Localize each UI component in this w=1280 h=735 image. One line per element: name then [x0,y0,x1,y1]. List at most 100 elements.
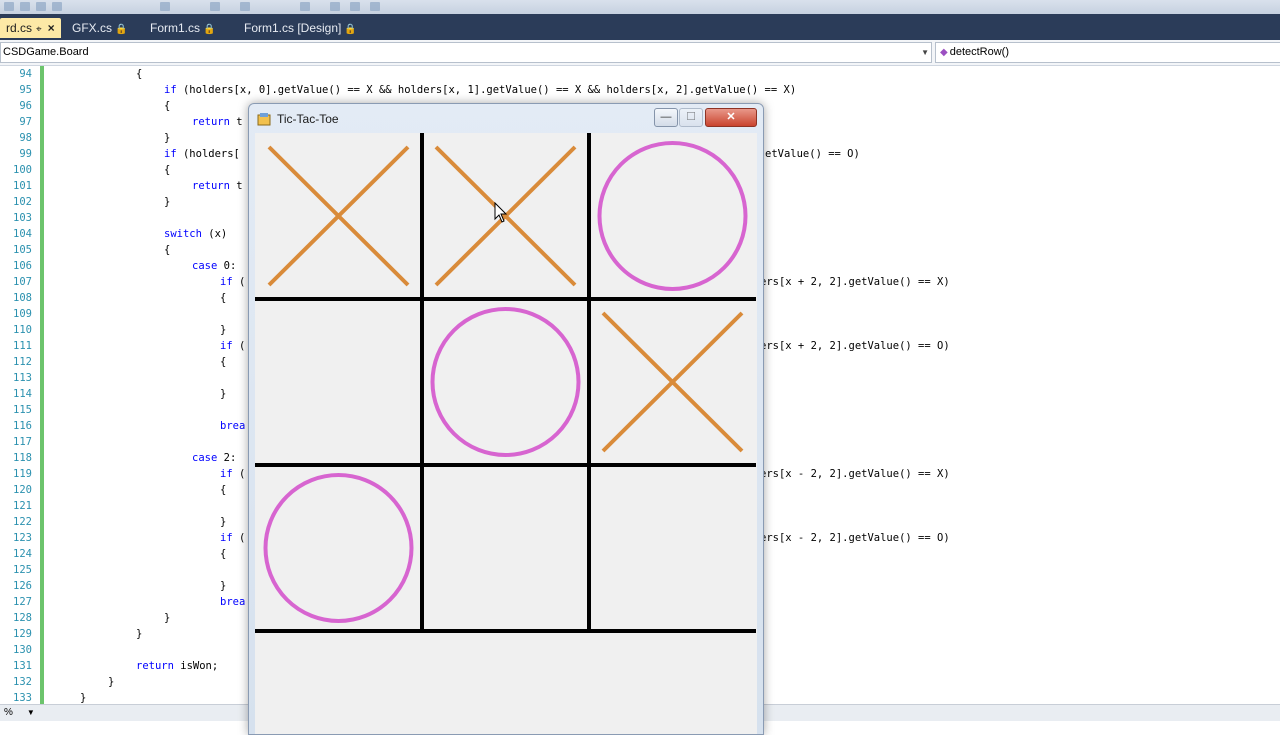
line-number: 125 [13,564,32,576]
code-line: return t [192,116,243,128]
type-dropdown[interactable]: CSDGame.Board ▼ [0,42,932,63]
code-line-fragment: ers[x + 2, 2].getValue() == X) [760,276,950,288]
tic-tac-toe-window[interactable]: Tic-Tac-Toe — ☐ ✕ [248,103,764,735]
line-number: 113 [13,372,32,384]
code-line: { [164,244,171,256]
member-dropdown[interactable]: ◆ detectRow() [935,42,1280,63]
code-line: { [164,164,171,176]
board-cell-1-0[interactable] [257,301,420,463]
code-line: if ( [220,340,246,352]
board-cell-2-0[interactable] [257,467,420,629]
code-line: } [220,324,227,336]
code-line: case 2: [192,452,237,464]
code-line: { [136,68,143,80]
line-number: 126 [13,580,32,592]
line-number: 109 [13,308,32,320]
navigation-bar: CSDGame.Board ▼ ◆ detectRow() [0,40,1280,66]
game-client-area [255,133,757,734]
line-number: 98 [19,132,32,144]
member-dropdown-value: detectRow() [949,46,1009,58]
line-number: 118 [13,452,32,464]
toolbar-icon[interactable] [240,2,250,11]
lock-icon: 🔒 [115,24,128,35]
toolbar-icon[interactable] [210,2,220,11]
tab-form1-design[interactable]: Form1.cs [Design] 🔒 [238,18,363,38]
game-board [255,133,756,633]
code-line-fragment: ers[x + 2, 2].getValue() == O) [760,340,950,352]
board-cell-2-2[interactable] [591,467,754,629]
toolbar-icon[interactable] [370,2,380,11]
code-line: { [164,100,171,112]
code-line: { [220,484,227,496]
document-tabstrip: rd.cs ⌖ × GFX.cs 🔒 Form1.cs 🔒 Form1.cs [Desi… [0,14,1280,40]
pin-icon[interactable]: ⌖ [36,24,42,35]
line-number: 111 [13,340,32,352]
code-line: } [136,628,143,640]
line-number: 97 [19,116,32,128]
code-line: if ( [220,276,246,288]
chevron-down-icon[interactable]: ▼ [27,708,35,717]
code-line: { [220,292,227,304]
toolbar-icon[interactable] [4,2,14,11]
code-line: } [164,196,171,208]
line-number: 112 [13,356,32,368]
tab-label: Form1.cs [Design] [244,21,342,35]
code-line: brea [220,596,246,608]
line-number: 108 [13,292,32,304]
code-line-fragment: ers[x - 2, 2].getValue() == X) [760,468,950,480]
toolbar-icon[interactable] [36,2,46,11]
line-number: 130 [13,644,32,656]
code-line: brea [220,420,246,432]
method-icon: ◆ [940,47,948,58]
chevron-down-icon: ▼ [921,48,929,57]
lock-icon: 🔒 [344,24,357,35]
code-line: } [164,132,171,144]
tab-label: rd.cs [6,21,33,35]
tab-form1-cs[interactable]: Form1.cs 🔒 [144,18,221,38]
code-line: } [220,580,227,592]
toolbar-icon[interactable] [330,2,340,11]
line-number: 119 [13,468,32,480]
line-number: 94 [19,68,32,80]
line-number: 131 [13,660,32,672]
toolbar-icon[interactable] [300,2,310,11]
line-number: 123 [13,532,32,544]
code-line-fragment: ers[x - 2, 2].getValue() == O) [760,532,950,544]
line-number: 102 [13,196,32,208]
board-cell-0-2[interactable] [591,135,754,297]
tab-board-cs[interactable]: rd.cs ⌖ × [0,18,61,38]
toolbar-icon[interactable] [160,2,170,11]
code-line: return t [192,180,243,192]
code-line: } [220,516,227,528]
tab-label: GFX.cs [72,21,113,35]
tab-gfx-cs[interactable]: GFX.cs 🔒 [66,18,133,38]
line-number: 122 [13,516,32,528]
code-line: { [220,356,227,368]
tab-label: Form1.cs [150,21,201,35]
line-number: 124 [13,548,32,560]
close-icon[interactable]: × [48,21,55,35]
line-number: 103 [13,212,32,224]
close-button[interactable]: ✕ [705,108,757,127]
toolbar-icon[interactable] [20,2,30,11]
code-line: if ( [220,468,246,480]
change-tracking-bar [40,66,44,706]
board-cell-2-1[interactable] [424,467,587,629]
board-cell-1-1[interactable] [424,301,587,463]
line-number: 121 [13,500,32,512]
line-number: 106 [13,260,32,272]
code-line: { [220,548,227,560]
code-line: if (holders[x, 0].getValue() == X && hol… [164,84,797,96]
code-line: } [80,692,87,704]
zoom-level[interactable]: % [0,707,13,718]
line-number: 117 [13,436,32,448]
lock-icon: 🔒 [203,24,216,35]
maximize-button[interactable]: ☐ [679,108,703,127]
minimize-button[interactable]: — [654,108,678,127]
toolbar-icon[interactable] [52,2,62,11]
code-line: } [164,612,171,624]
line-number: 127 [13,596,32,608]
toolbar-icon[interactable] [350,2,360,11]
line-number: 105 [13,244,32,256]
app-icon [257,113,271,126]
